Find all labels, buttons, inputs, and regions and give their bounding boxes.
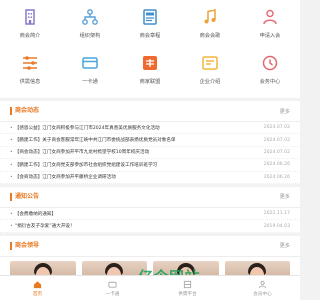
notice-item[interactable]: “捐衍古友子孕爱”通大开设！ 2019.04.03 (0, 220, 300, 233)
nav-label: 会员中心 (253, 291, 272, 297)
company-icon (201, 54, 219, 72)
nav-label: 供需平台 (178, 291, 197, 297)
grid-item-company[interactable]: 企业介绍 (182, 52, 238, 98)
notice-item-date: 2019.04.03 (263, 223, 290, 229)
leaders-more-link[interactable]: 更多 (280, 242, 290, 249)
grid-item-label: 会务中心 (259, 79, 281, 85)
grid-item-supply-demand[interactable]: 供需信息 (2, 52, 58, 98)
document-icon (141, 8, 159, 26)
grid-item-card[interactable]: 一卡通 (62, 52, 118, 98)
grid-item-label: 一卡通 (82, 79, 98, 85)
news-item-date: 2024.07.02 (263, 125, 290, 131)
grid-item-label: 企业介绍 (199, 79, 221, 85)
grid-item-label: 申请入会 (259, 33, 281, 39)
shop-alliance-icon (141, 54, 159, 72)
news-item-title: 【鹏建工作】关于商会客服常年江峡中共江门市委统战部表扬优质党员对象名单 (10, 137, 176, 143)
notice-item[interactable]: 【会费缴纳的通知】 2022.11.17 (0, 208, 300, 221)
feature-grid-row-1: 商会简介 组织架构 商会章程 商会会歌 申请入会 (0, 6, 300, 52)
feature-grid-row-2: 供需信息 一卡通 商家联盟 企业介绍 会务中心 (0, 52, 300, 98)
grid-item-anthem[interactable]: 商会会歌 (182, 6, 238, 52)
news-item-title: 【感恩公益】江门女商积极参与江门市2024年真善美优质服务文化活动 (10, 125, 160, 131)
add-user-icon (261, 8, 279, 26)
notice-more-link[interactable]: 更多 (280, 193, 290, 200)
news-item[interactable]: 【感恩公益】江门女商积极参与江门市2024年真善美优质服务文化活动 2024.0… (0, 122, 300, 135)
leaders-title: 商会领导 (10, 241, 39, 250)
news-item[interactable]: 【会商动态】江门女商参加开平藤桥企业调研活动 2024.06.26 (0, 172, 300, 184)
platform-icon (183, 280, 192, 288)
notice-title: 通知公告 (10, 192, 39, 201)
grid-item-label: 商会简介 (19, 33, 41, 39)
news-title: 商会动态 (10, 107, 39, 115)
news-item-title: 【会商动态】江门女商参加开平藤桥企业调研活动 (10, 174, 116, 180)
news-header: 商会动态 更多 (0, 101, 300, 122)
home-icon (33, 280, 42, 288)
news-item[interactable]: 【商会动态】江门女商参加开平市九龙村梳望学校10周年校庆活动 2024.07.0… (0, 147, 300, 160)
news-item-title: 【商会动态】江门女商参加开平市九龙村梳望学校10周年校庆活动 (10, 149, 149, 155)
grid-item-label: 组织架构 (79, 33, 101, 39)
grid-item-label: 供需信息 (19, 79, 41, 85)
meeting-center-icon (261, 54, 279, 72)
news-item-title: 【鹏建工作】江门女商党支部参加市社会组织党组建设工作培训班学习 (10, 162, 157, 168)
news-more-link[interactable]: 更多 (280, 108, 290, 115)
org-chart-icon (81, 8, 99, 26)
notice-item-title: 【会费缴纳的通知】 (10, 211, 56, 217)
grid-item-label: 商会章程 (139, 33, 161, 39)
page: 商会简介 组织架构 商会章程 商会会歌 申请入会 供需信息 一卡通 商家联盟 企… (0, 0, 300, 300)
card-icon (81, 54, 99, 72)
news-item-date: 2024.07.02 (263, 149, 290, 155)
news-item-date: 2024.07.02 (263, 137, 290, 143)
notice-header: 通知公告 更多 (0, 187, 300, 208)
notice-item-date: 2022.11.17 (263, 211, 290, 217)
grid-item-charter[interactable]: 商会章程 (122, 6, 178, 52)
user-icon (258, 280, 267, 288)
grid-item-join[interactable]: 申请入会 (242, 6, 298, 52)
grid-item-meeting-center[interactable]: 会务中心 (242, 52, 298, 98)
feature-grid: 商会简介 组织架构 商会章程 商会会歌 申请入会 供需信息 一卡通 商家联盟 企… (0, 0, 300, 98)
grid-item-label: 商会会歌 (199, 33, 221, 39)
music-icon (201, 8, 219, 26)
grid-item-alliance[interactable]: 商家联盟 (122, 52, 178, 98)
card-icon (108, 281, 117, 288)
news-item[interactable]: 【鹏建工作】江门女商党支部参加市社会组织党组建设工作培训班学习 2024.06.… (0, 159, 300, 172)
news-item[interactable]: 【鹏建工作】关于商会客服常年江峡中共江门市委统战部表扬优质党员对象名单 2024… (0, 134, 300, 147)
supply-demand-icon (21, 54, 39, 72)
nav-label: 一卡通 (105, 291, 120, 297)
notice-item-title: “捐衍古友子孕爱”通大开设！ (10, 223, 75, 229)
notice-section: 通知公告 更多 【会费缴纳的通知】 2022.11.17 “捐衍古友子孕爱”通大… (0, 186, 300, 233)
grid-item-label: 商家联盟 (139, 79, 161, 85)
leaders-header: 商会领导 更多 (0, 236, 300, 257)
grid-item-about[interactable]: 商会简介 (2, 6, 58, 52)
nav-member-center[interactable]: 会员中心 (233, 280, 293, 297)
nav-home[interactable]: 首页 (8, 280, 68, 297)
nav-platform[interactable]: 供需平台 (158, 280, 218, 297)
news-section: 商会动态 更多 【感恩公益】江门女商积极参与江门市2024年真善美优质服务文化活… (0, 101, 300, 184)
building-icon (21, 8, 39, 26)
news-item-date: 2024.06.26 (263, 162, 290, 168)
grid-item-org-structure[interactable]: 组织架构 (62, 6, 118, 52)
nav-label: 首页 (32, 291, 43, 297)
nav-card[interactable]: 一卡通 (83, 280, 143, 297)
bottom-nav: 首页 一卡通 供需平台 会员中心 (0, 275, 300, 300)
news-item-date: 2024.06.26 (263, 174, 290, 180)
